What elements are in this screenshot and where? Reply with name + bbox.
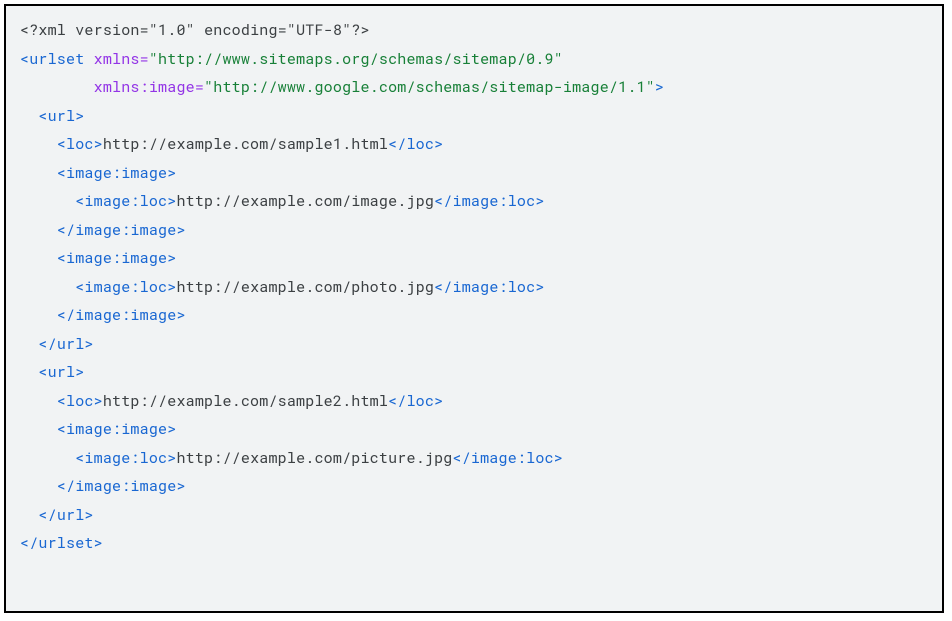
- code-line-14: <loc>http://example.com/sample2.html</lo…: [20, 387, 928, 416]
- code-line-8: </image:image>: [20, 216, 928, 245]
- pi-attr2-name: encoding: [204, 20, 278, 40]
- pi-attr1-val: "1.0": [149, 20, 195, 40]
- image-loc-text-1: http://example.com/image.jpg: [176, 191, 434, 211]
- image-loc-text-2: http://example.com/photo.jpg: [176, 277, 434, 297]
- code-line-7: <image:loc>http://example.com/image.jpg<…: [20, 187, 928, 216]
- attr-xmlns-image: xmlns:image: [94, 77, 195, 97]
- code-line-10: <image:loc>http://example.com/photo.jpg<…: [20, 273, 928, 302]
- pi-attr1-name: version: [75, 20, 139, 40]
- pi-attr2-val: "UTF-8": [287, 20, 351, 40]
- attr-xmlns-image-val: "http://www.google.com/schemas/sitemap-i…: [204, 77, 655, 97]
- code-line-6: <image:image>: [20, 159, 928, 188]
- code-line-11: </image:image>: [20, 301, 928, 330]
- pi-close: ?>: [351, 20, 369, 40]
- code-line-5: <loc>http://example.com/sample1.html</lo…: [20, 130, 928, 159]
- code-line-18: </url>: [20, 501, 928, 530]
- code-line-4: <url>: [20, 102, 928, 131]
- tag-urlset: urlset: [29, 49, 84, 69]
- image-loc-text-3: http://example.com/picture.jpg: [176, 448, 452, 468]
- pi-name: xml: [38, 20, 66, 40]
- code-line-13: <url>: [20, 358, 928, 387]
- tag-image-image: image:image: [66, 163, 167, 183]
- attr-xmlns-val: "http://www.sitemaps.org/schemas/sitemap…: [149, 49, 563, 69]
- pi-open: <?: [20, 20, 38, 40]
- tag-url: url: [48, 106, 76, 126]
- loc-text-2: http://example.com/sample2.html: [103, 391, 388, 411]
- code-line-16: <image:loc>http://example.com/picture.jp…: [20, 444, 928, 473]
- code-line-2: <urlset xmlns="http://www.sitemaps.org/s…: [20, 45, 928, 74]
- tag-loc: loc: [66, 134, 94, 154]
- attr-xmlns: xmlns: [94, 49, 140, 69]
- code-line-9: <image:image>: [20, 244, 928, 273]
- code-line-17: </image:image>: [20, 472, 928, 501]
- code-line-15: <image:image>: [20, 415, 928, 444]
- loc-text-1: http://example.com/sample1.html: [103, 134, 388, 154]
- code-line-1: <?xml version="1.0" encoding="UTF-8"?>: [20, 16, 928, 45]
- code-line-3: xmlns:image="http://www.google.com/schem…: [20, 73, 928, 102]
- xml-code-block: <?xml version="1.0" encoding="UTF-8"?><u…: [4, 4, 944, 613]
- code-line-12: </url>: [20, 330, 928, 359]
- tag-image-loc: image:loc: [84, 191, 167, 211]
- code-line-19: </urlset>: [20, 529, 928, 558]
